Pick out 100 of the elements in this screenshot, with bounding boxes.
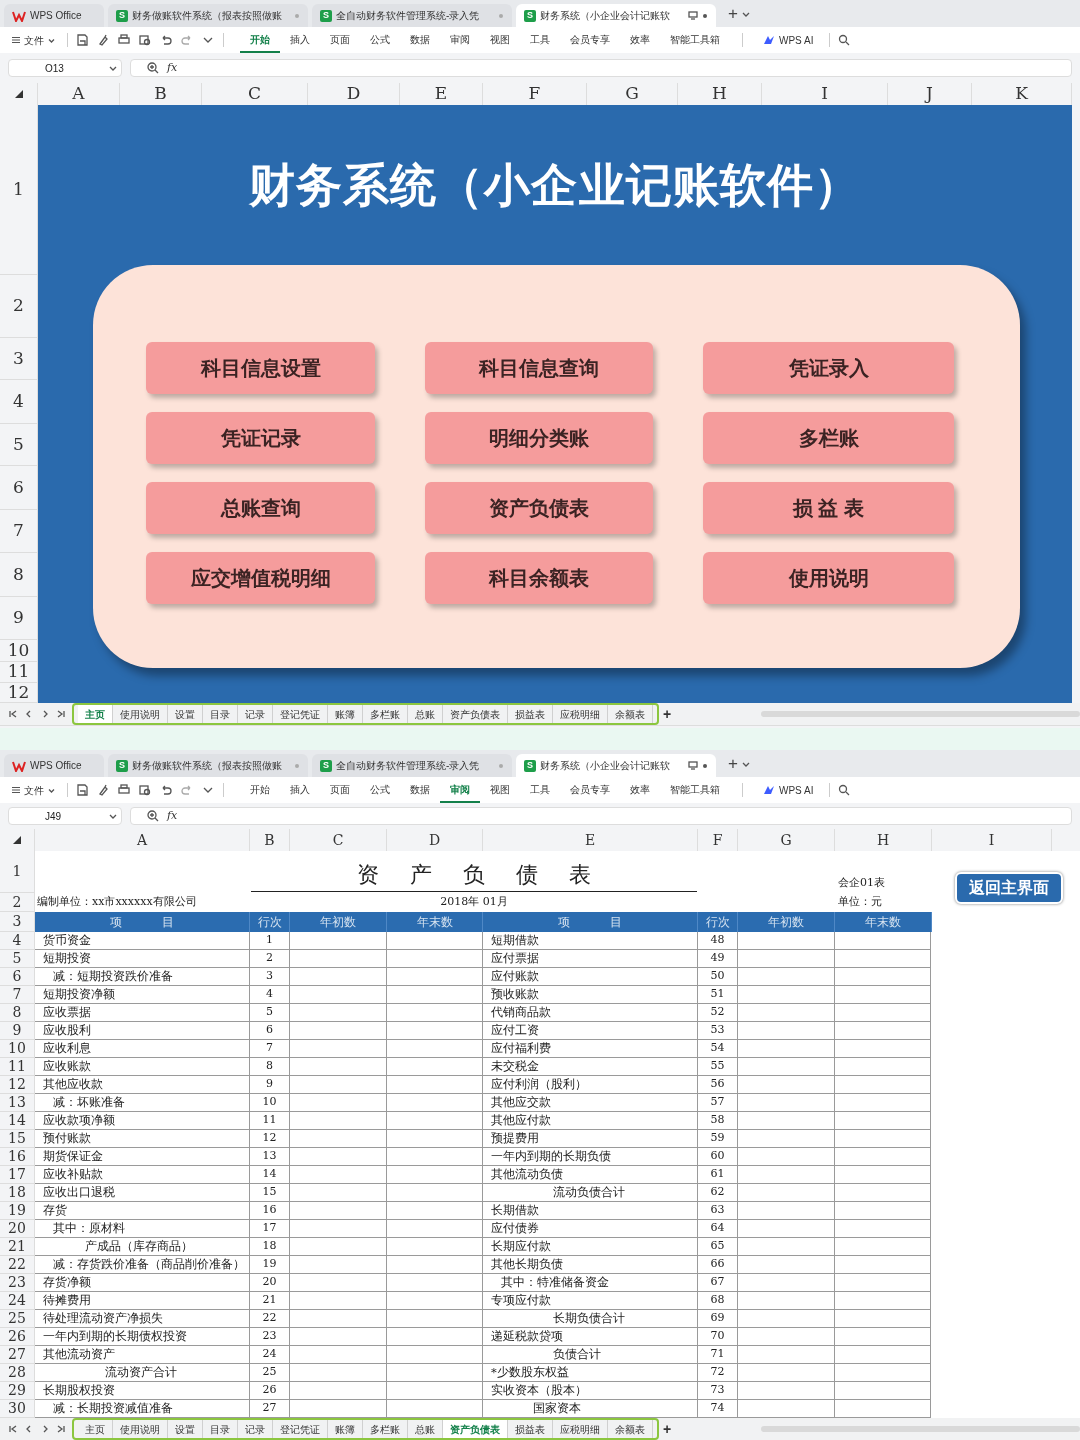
document-tab[interactable]: S 财务做账软件系统（报表按照做账 bbox=[108, 4, 308, 27]
row-header[interactable]: 18 bbox=[0, 1184, 35, 1202]
row-header[interactable]: 8 bbox=[0, 553, 37, 597]
new-tab-button[interactable]: + bbox=[728, 0, 738, 27]
add-sheet-button[interactable]: + bbox=[663, 703, 672, 725]
sheet-tab[interactable]: 账簿 bbox=[328, 1420, 363, 1438]
row-header[interactable]: 5 bbox=[0, 424, 37, 466]
sheet-tab[interactable]: 多栏账 bbox=[363, 705, 408, 723]
select-all-icon[interactable] bbox=[13, 836, 21, 844]
brush-icon[interactable] bbox=[97, 34, 109, 46]
dot-icon[interactable] bbox=[294, 762, 300, 769]
row-header[interactable]: 23 bbox=[0, 1274, 35, 1292]
ribbon-tab[interactable]: 效率 bbox=[620, 777, 660, 803]
row-header[interactable]: 11 bbox=[0, 1058, 35, 1076]
menu-button[interactable]: 明细分类账 bbox=[425, 412, 653, 464]
row-header[interactable]: 16 bbox=[0, 1148, 35, 1166]
dot-icon[interactable] bbox=[702, 12, 708, 19]
menu-button[interactable]: 资产负债表 bbox=[425, 482, 653, 534]
column-header[interactable]: A bbox=[35, 829, 250, 851]
row-header[interactable]: 2 bbox=[0, 893, 35, 912]
search-icon[interactable] bbox=[838, 784, 851, 796]
menu-button[interactable]: 科目信息设置 bbox=[146, 342, 375, 394]
column-header[interactable]: B bbox=[250, 829, 290, 851]
ribbon-tab[interactable]: 效率 bbox=[620, 27, 660, 53]
row-header[interactable]: 3 bbox=[0, 912, 35, 932]
ribbon-tab[interactable]: 会员专享 bbox=[560, 27, 620, 53]
ribbon-tab[interactable]: 工具 bbox=[520, 777, 560, 803]
column-header[interactable]: G bbox=[738, 829, 835, 851]
row-header[interactable]: 12 bbox=[0, 1076, 35, 1094]
ribbon-tab[interactable]: 审阅 bbox=[440, 27, 480, 53]
row-header[interactable]: 29 bbox=[0, 1382, 35, 1400]
ribbon-tab[interactable]: 智能工具箱 bbox=[660, 777, 730, 803]
add-sheet-button[interactable]: + bbox=[663, 1418, 672, 1440]
column-header[interactable]: D bbox=[387, 829, 483, 851]
name-box[interactable]: O13 bbox=[8, 59, 122, 77]
formula-field[interactable]: fx bbox=[130, 807, 1072, 825]
row-header[interactable]: 27 bbox=[0, 1346, 35, 1364]
undo-icon[interactable] bbox=[160, 784, 172, 796]
print-preview-icon[interactable] bbox=[139, 784, 151, 796]
row-header[interactable]: 10 bbox=[0, 640, 37, 662]
row-header[interactable]: 15 bbox=[0, 1130, 35, 1148]
document-tab[interactable]: WPS Office bbox=[4, 754, 104, 777]
row-header[interactable]: 30 bbox=[0, 1400, 35, 1418]
document-tab[interactable]: WPS Office bbox=[4, 4, 104, 27]
dot-icon[interactable] bbox=[294, 12, 300, 19]
row-header[interactable]: 8 bbox=[0, 1004, 35, 1022]
sheet-tab[interactable]: 记录 bbox=[238, 1420, 273, 1438]
dot-icon[interactable] bbox=[498, 12, 504, 19]
menu-button[interactable]: 总账查询 bbox=[146, 482, 375, 534]
ribbon-tab[interactable]: 会员专享 bbox=[560, 777, 620, 803]
sheet-tab[interactable]: 余额表 bbox=[608, 705, 653, 723]
row-header[interactable]: 9 bbox=[0, 1022, 35, 1040]
ribbon-tab[interactable]: 视图 bbox=[480, 777, 520, 803]
ai-button[interactable]: WPS AI bbox=[755, 32, 822, 48]
row-header[interactable]: 19 bbox=[0, 1202, 35, 1220]
row-header[interactable]: 25 bbox=[0, 1310, 35, 1328]
sheet-tab[interactable]: 使用说明 bbox=[113, 705, 168, 723]
sheet-tab[interactable]: 资产负债表 bbox=[443, 705, 508, 723]
print-preview-icon[interactable] bbox=[139, 34, 151, 46]
menu-button[interactable]: 使用说明 bbox=[703, 552, 954, 604]
menu-button[interactable]: 损 益 表 bbox=[703, 482, 954, 534]
ribbon-tab[interactable]: 数据 bbox=[400, 777, 440, 803]
row-header[interactable]: 9 bbox=[0, 597, 37, 640]
row-header[interactable]: 28 bbox=[0, 1364, 35, 1382]
column-header[interactable]: H bbox=[835, 829, 932, 851]
row-header[interactable]: 20 bbox=[0, 1220, 35, 1238]
save-icon[interactable] bbox=[76, 784, 88, 796]
document-tab[interactable]: S 财务系统（小企业会计记账软 bbox=[516, 4, 716, 27]
sheet-tab[interactable]: 目录 bbox=[203, 1420, 238, 1438]
dot-icon[interactable] bbox=[702, 762, 708, 769]
menu-button[interactable]: 凭证录入 bbox=[703, 342, 954, 394]
sheet-tab[interactable]: 登记凭证 bbox=[273, 705, 328, 723]
row-header[interactable]: 2 bbox=[0, 275, 37, 338]
document-tab[interactable]: S 财务系统（小企业会计记账软 bbox=[516, 754, 716, 777]
sheet-tab[interactable]: 记录 bbox=[238, 705, 273, 723]
row-header[interactable]: 26 bbox=[0, 1328, 35, 1346]
row-header[interactable]: 1 bbox=[0, 851, 35, 893]
last-sheet-icon[interactable] bbox=[56, 1424, 66, 1434]
row-header[interactable]: 6 bbox=[0, 968, 35, 986]
document-tab[interactable]: S 财务做账软件系统（报表按照做账 bbox=[108, 754, 308, 777]
column-header[interactable]: I bbox=[932, 829, 1052, 851]
last-sheet-icon[interactable] bbox=[56, 709, 66, 719]
sheet-tab[interactable]: 主页 bbox=[78, 705, 113, 723]
search-icon[interactable] bbox=[838, 34, 851, 46]
row-header[interactable]: 6 bbox=[0, 466, 37, 510]
ribbon-tab[interactable]: 插入 bbox=[280, 27, 320, 53]
column-header[interactable]: F bbox=[698, 829, 738, 851]
row-header[interactable]: 13 bbox=[0, 1094, 35, 1112]
document-tab[interactable]: S 全自动财务软件管理系统-录入凭 bbox=[312, 754, 512, 777]
row-header[interactable]: 14 bbox=[0, 1112, 35, 1130]
menu-button[interactable]: 多栏账 bbox=[703, 412, 954, 464]
ribbon-tab[interactable]: 视图 bbox=[480, 27, 520, 53]
sheet-tab[interactable]: 多栏账 bbox=[363, 1420, 408, 1438]
sheet-tab[interactable]: 设置 bbox=[168, 1420, 203, 1438]
brush-icon[interactable] bbox=[97, 784, 109, 796]
first-sheet-icon[interactable] bbox=[8, 709, 18, 719]
undo-icon[interactable] bbox=[160, 34, 172, 46]
row-header[interactable]: 5 bbox=[0, 950, 35, 968]
row-header[interactable]: 7 bbox=[0, 510, 37, 553]
back-button[interactable]: 返回主界面 bbox=[955, 872, 1063, 904]
